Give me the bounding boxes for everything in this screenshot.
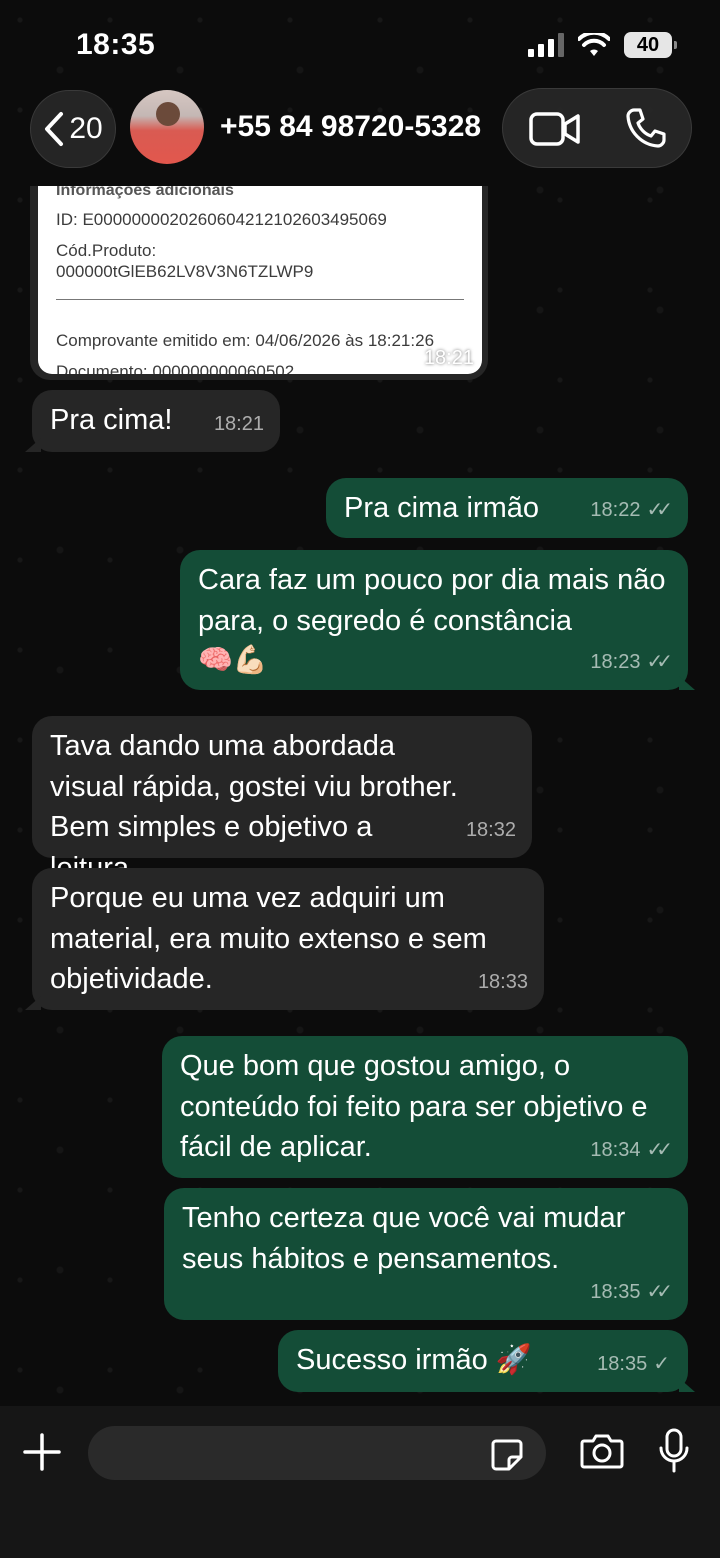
bubble-tail (25, 438, 41, 452)
plus-icon[interactable] (22, 1432, 62, 1472)
status-icons: 40 (528, 32, 677, 58)
back-button[interactable]: 20 (30, 90, 116, 168)
doc-heading: Informações adicionais (56, 186, 234, 199)
document-preview-bubble[interactable]: Informações adicionais ID: E000000002026… (30, 186, 488, 380)
microphone-icon[interactable] (658, 1428, 690, 1474)
phone-icon[interactable] (625, 107, 667, 149)
contact-avatar[interactable] (130, 90, 204, 164)
contact-name[interactable]: +55 84 98720-5328 (220, 110, 481, 144)
message-time: 18:35 (590, 1280, 641, 1303)
chevron-left-icon (45, 112, 64, 146)
message-outgoing[interactable]: Pra cima irmão 18:22 ✓✓ (326, 478, 688, 538)
message-time: 18:21 (423, 347, 474, 369)
message-text: Cara faz um pouco por dia mais não para,… (198, 564, 666, 637)
message-incoming[interactable]: Porque eu uma vez adquiri um material, e… (25, 868, 544, 1010)
message-outgoing[interactable]: Que bom que gostou amigo, o conteúdo foi… (162, 1036, 688, 1178)
read-receipt-icon: ✓✓ (646, 1138, 672, 1161)
bubble-tail (25, 996, 41, 1010)
message-text: Tava dando uma abordada visual rápida, g… (50, 730, 458, 884)
message-time: 18:35 (597, 1352, 648, 1375)
unread-count: 20 (69, 112, 103, 145)
video-camera-icon[interactable] (529, 111, 581, 147)
read-receipt-icon: ✓✓ (646, 1280, 672, 1303)
status-time: 18:35 (76, 28, 156, 61)
doc-number: Documento: 000000000060502 (56, 362, 295, 374)
message-incoming[interactable]: Pra cima! 18:21 (25, 390, 280, 452)
camera-icon[interactable] (580, 1432, 624, 1470)
doc-code-label: Cód.Produto: (56, 241, 157, 260)
doc-divider (56, 299, 464, 300)
message-outgoing[interactable]: Cara faz um pouco por dia mais não para,… (180, 550, 695, 690)
doc-issued: Comprovante emitido em: 04/06/2026 às 18… (56, 331, 435, 350)
bubble-tail (679, 1378, 695, 1392)
message-emoji: 🧠💪🏻 (198, 644, 268, 675)
chat-header: 20 +55 84 98720-5328 (0, 84, 720, 184)
message-time: 18:32 (465, 818, 516, 841)
doc-id: ID: E00000000202606042121026034950​69 (56, 210, 387, 229)
sent-receipt-icon: ✓ (653, 1352, 670, 1375)
message-incoming[interactable]: Tava dando uma abordada visual rápida, g… (32, 716, 532, 884)
cellular-signal-icon (528, 33, 564, 57)
message-text: Porque eu uma vez adquiri um material, e… (50, 882, 487, 995)
message-time: 18:23 (590, 650, 641, 673)
avatar-photo (156, 102, 180, 126)
sticker-icon[interactable] (490, 1438, 524, 1472)
doc-code-value: 000000tGlEB62LV8V3N6TZLWP9 (56, 262, 314, 281)
message-time: 18:22 (590, 498, 641, 521)
battery-level: 40 (636, 33, 660, 56)
wifi-icon (578, 33, 610, 56)
read-receipt-icon: ✓✓ (646, 498, 672, 521)
bubble-tail (679, 676, 695, 690)
receipt-document: Informações adicionais ID: E000000002026… (38, 186, 482, 374)
message-time: 18:33 (477, 970, 528, 993)
message-outgoing[interactable]: Sucesso irmão 🚀 18:35 ✓ (278, 1330, 695, 1392)
message-outgoing[interactable]: Tenho certeza que você vai mudar seus há… (164, 1188, 688, 1320)
message-text: Tenho certeza que você vai mudar seus há… (182, 1202, 626, 1275)
battery-icon: 40 (624, 32, 677, 58)
message-time: 18:21 (213, 412, 264, 435)
compose-bar (0, 1406, 720, 1558)
message-time: 18:34 (590, 1138, 641, 1161)
call-actions (502, 88, 692, 168)
read-receipt-icon: ✓✓ (646, 650, 672, 673)
message-input[interactable] (88, 1426, 546, 1480)
